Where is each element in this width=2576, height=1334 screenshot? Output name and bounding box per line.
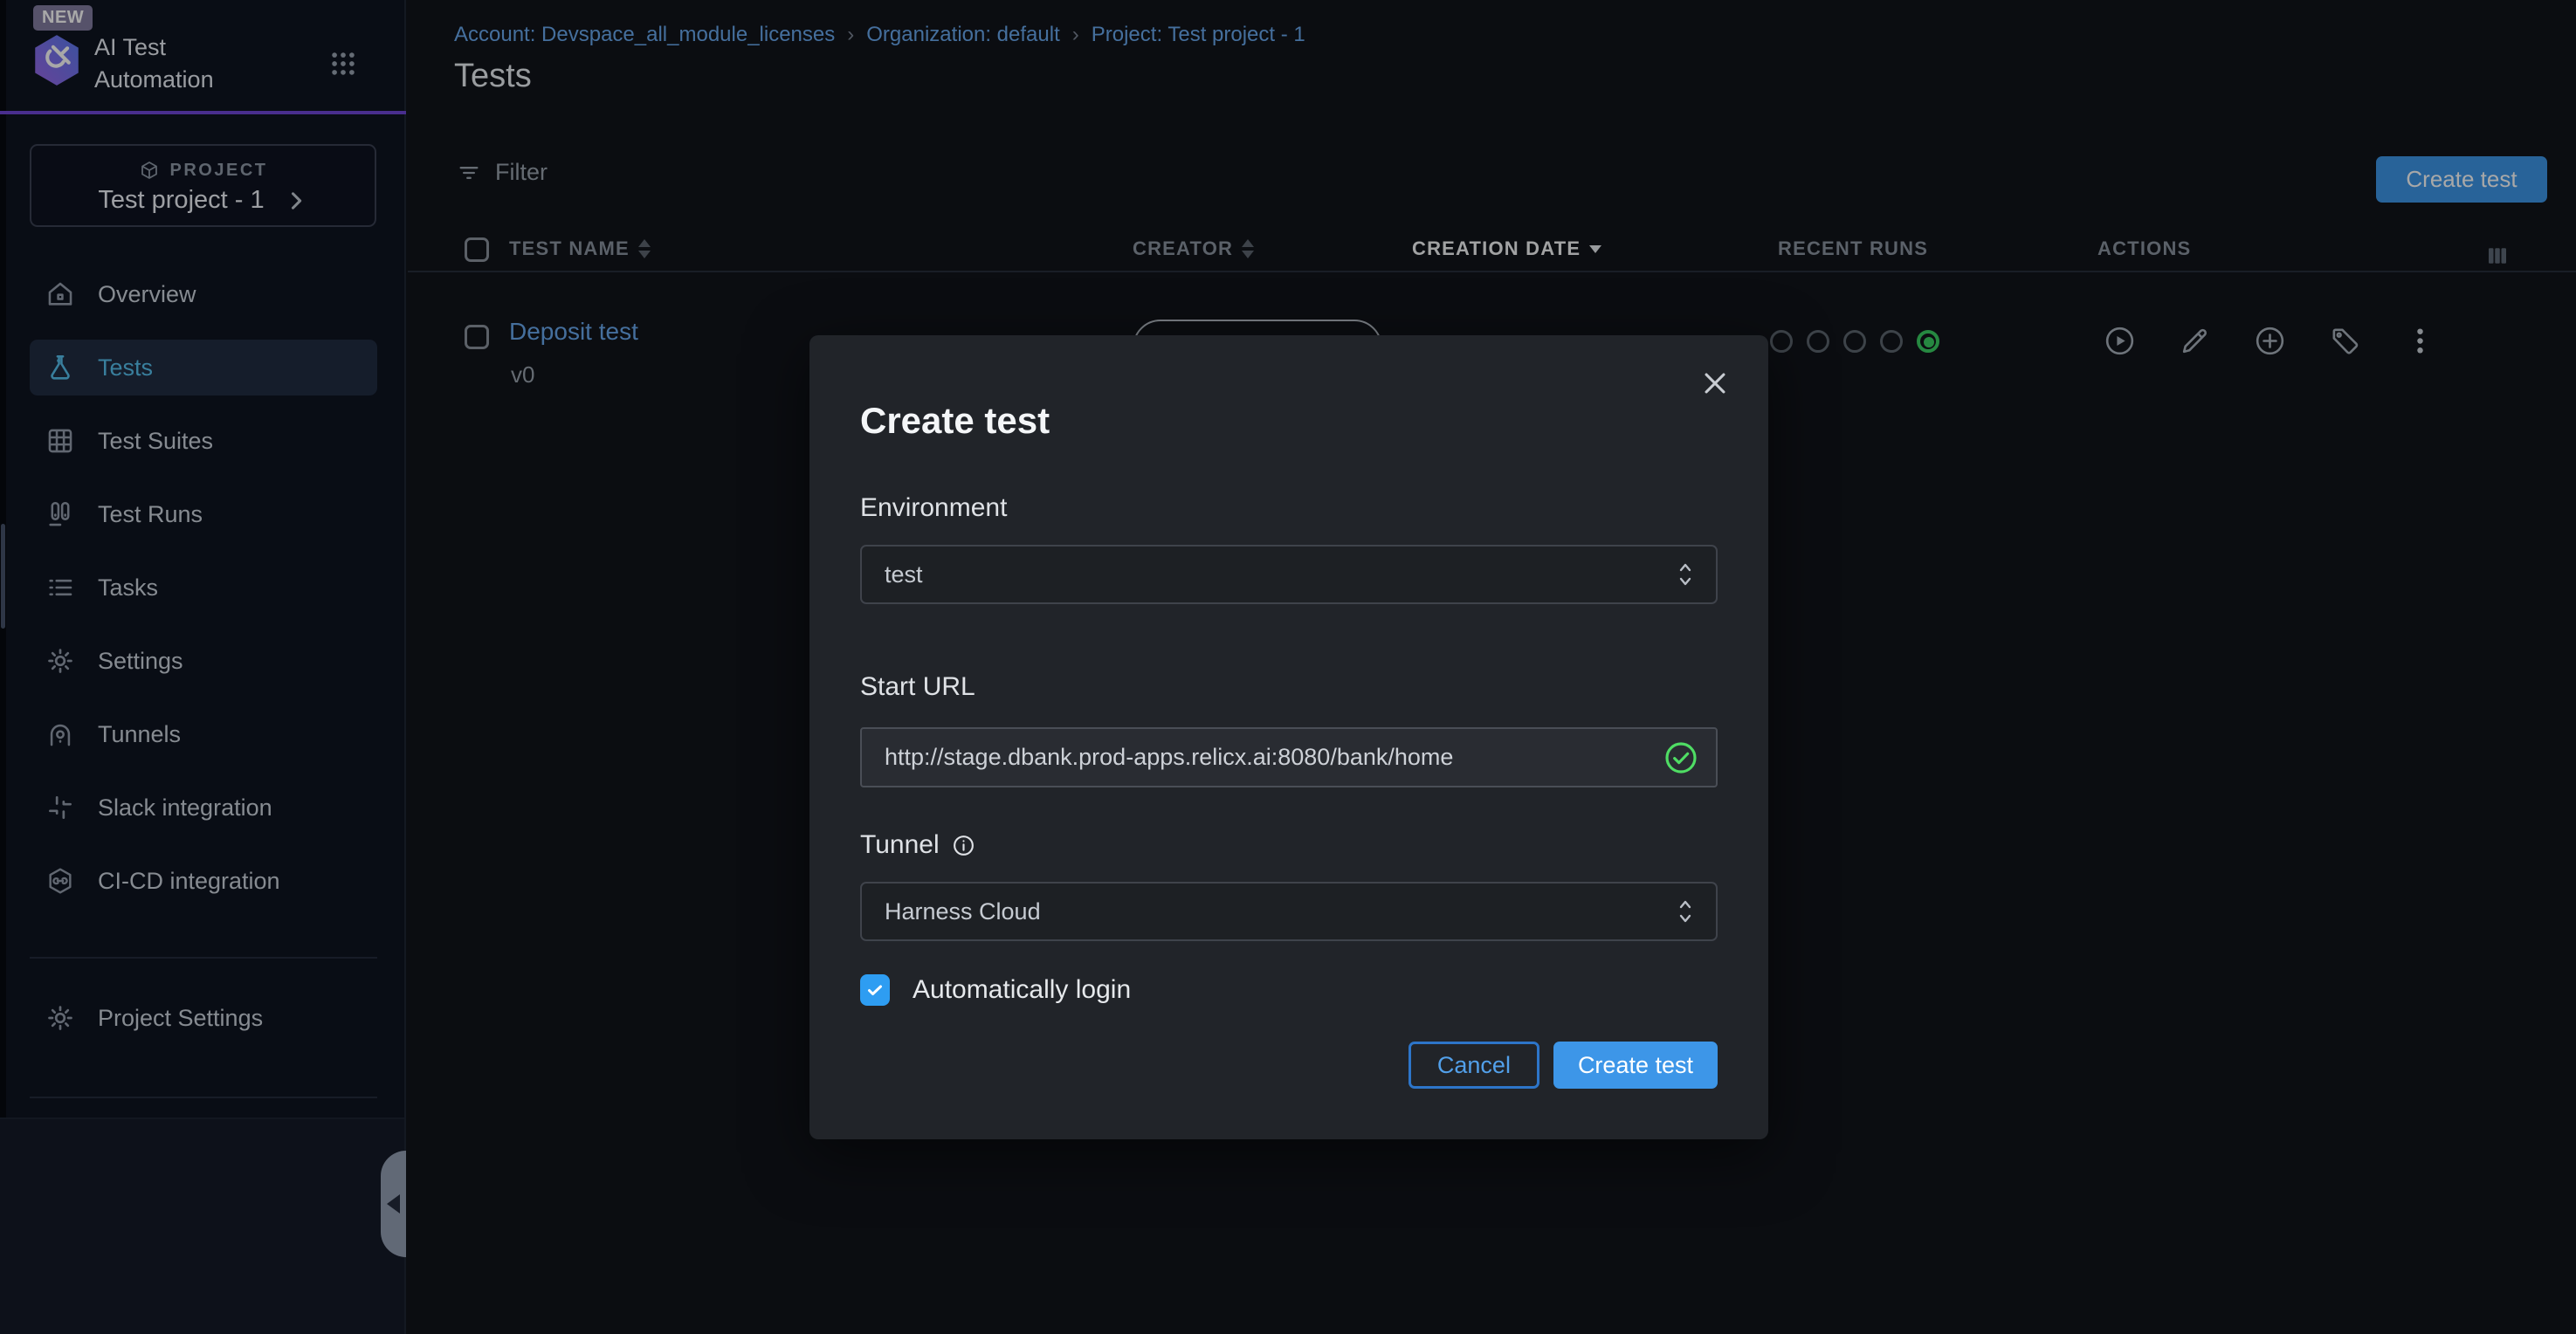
tunnel-label: Tunnel [860,829,1718,861]
environment-select[interactable]: test [860,545,1718,604]
cancel-button[interactable]: Cancel [1409,1042,1539,1089]
select-carets-icon [1674,560,1697,589]
close-icon[interactable] [1700,368,1730,398]
checkbox-checked-icon[interactable] [860,974,890,1006]
start-url-label: Start URL [860,671,1718,703]
start-url-field [860,727,1718,787]
modal-create-test-button[interactable]: Create test [1553,1042,1718,1089]
info-icon[interactable] [952,834,975,857]
start-url-input[interactable] [862,729,1716,786]
valid-check-icon [1663,740,1698,775]
select-carets-icon [1674,897,1697,926]
create-test-modal: Create test Environment test Start URL T… [809,335,1768,1139]
app-screen: NEW AI Test Automation [0,0,2576,1334]
auto-login-toggle[interactable]: Automatically login [860,974,1718,1006]
environment-label: Environment [860,492,1718,524]
modal-title: Create test [860,400,1718,442]
modal-footer: Cancel Create test [860,1042,1718,1089]
tunnel-select[interactable]: Harness Cloud [860,882,1718,941]
auto-login-label: Automatically login [913,975,1131,1005]
